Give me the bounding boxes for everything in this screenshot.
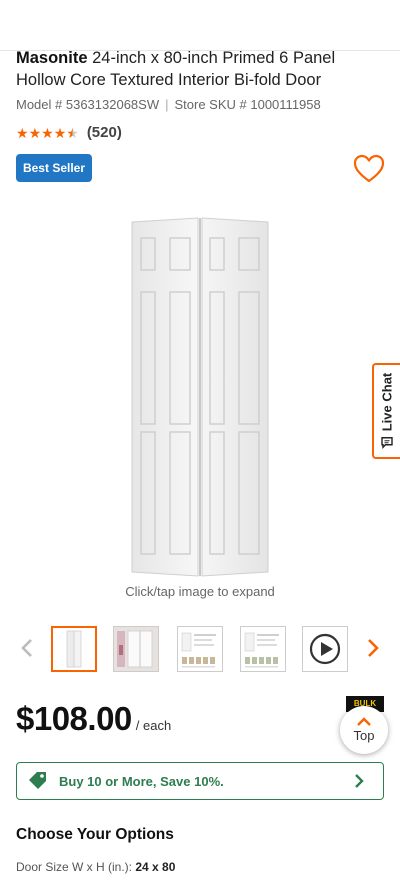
product-image-bifold-door[interactable] — [130, 216, 270, 578]
identifier-separator: | — [165, 97, 169, 112]
image-thumbnail-carousel — [0, 622, 400, 678]
live-chat-content: Live Chat — [380, 373, 395, 450]
star-icon: ★ — [53, 124, 67, 141]
door-size-label: Door Size W x H (in.): — [16, 860, 133, 874]
play-video-icon — [309, 633, 341, 665]
thumb-video[interactable] — [302, 626, 348, 672]
model-number: Model # 5363132068SW — [16, 97, 160, 112]
best-seller-badge: Best Seller — [16, 154, 92, 182]
door-size-value: 24 x 80 — [135, 860, 176, 874]
door-size-option[interactable]: Door Size W x H (in.): 24 x 80 — [16, 860, 175, 874]
price-amount: $108.00 — [16, 700, 132, 737]
back-to-top-label: Top — [353, 728, 375, 743]
half-star-icon: ★ — [66, 124, 79, 141]
live-chat-button[interactable]: Live Chat — [372, 363, 400, 459]
thumb-door-room[interactable] — [113, 626, 159, 672]
star-icon: ★ — [41, 124, 54, 141]
spec-sheet-thumbnail-image — [244, 632, 279, 668]
carousel-prev-arrow-icon[interactable] — [16, 636, 40, 660]
choose-options-heading: Choose Your Options — [16, 826, 174, 843]
carousel-next-arrow-icon[interactable] — [360, 636, 384, 660]
promo-label: Buy 10 or More, Save 10%. — [59, 773, 224, 789]
spec-sheet-thumbnail-image — [181, 632, 216, 668]
star-icon: ★ — [16, 124, 29, 141]
live-chat-label: Live Chat — [379, 372, 395, 432]
rating-summary[interactable]: ★ ★ ★ ★ ★ (520) — [16, 124, 122, 141]
price-display: $108.00 / each — [16, 700, 171, 738]
back-to-top-button[interactable]: Top — [340, 706, 388, 754]
product-identifiers: Model # 5363132068SW | Store SKU # 1000111… — [16, 97, 321, 112]
product-brand: Masonite — [16, 49, 88, 67]
chevron-up-icon — [357, 717, 371, 726]
header-bar — [0, 0, 400, 51]
room-thumbnail-image — [114, 627, 158, 671]
heart-icon[interactable] — [352, 153, 386, 185]
chevron-right-icon — [355, 774, 364, 788]
star-icon: ★ — [28, 124, 42, 141]
image-expand-hint: Click/tap image to expand — [125, 584, 275, 599]
store-sku: Store SKU # 1000111958 — [174, 97, 321, 112]
thumb-spec-sheet-1[interactable] — [177, 626, 223, 672]
thumb-door-main[interactable] — [51, 626, 97, 672]
review-count-link[interactable]: (520) — [87, 124, 122, 141]
bulk-discount-promo[interactable]: Buy 10 or More, Save 10%. — [16, 762, 384, 800]
product-title: Masonite 24-inch x 80-inch Primed 6 Pane… — [16, 47, 376, 91]
star-rating: ★ ★ ★ ★ ★ — [16, 125, 79, 141]
chat-bubble-icon — [381, 437, 393, 449]
price-tag-icon — [29, 772, 46, 789]
price-unit: / each — [135, 718, 172, 733]
thumb-spec-sheet-2[interactable] — [240, 626, 286, 672]
door-thumbnail-image — [66, 630, 82, 668]
